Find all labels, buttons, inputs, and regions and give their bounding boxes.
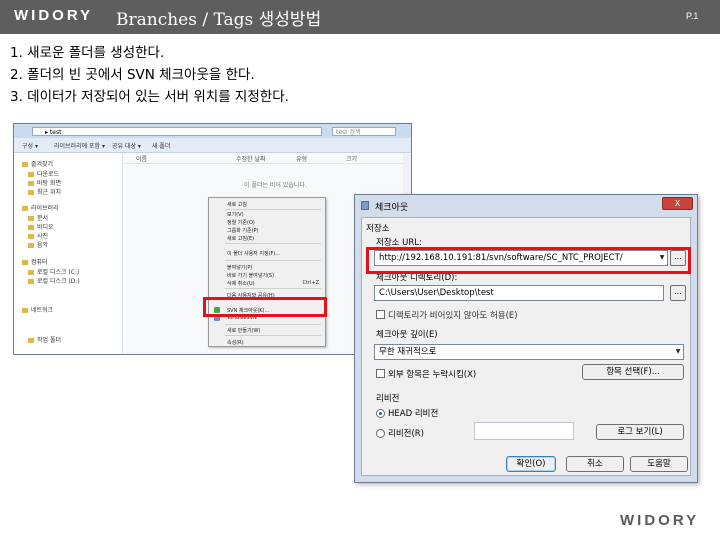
nav-item[interactable]: 로컬 디스크 (C:) [28, 267, 79, 276]
folder-icon [28, 338, 34, 343]
nav-item[interactable]: 즐겨찾기 [22, 159, 53, 168]
context-menu: 새로 고침 보기(V) 정렬 기준(O) 그룹화 기준(P) 새로 고침(E) … [208, 197, 326, 347]
step-2: 2. 폴더의 빈 곳에서 SVN 체크아웃을 한다. [10, 67, 255, 83]
exclude-externals-label: 외부 항목은 누락시킴(X) [388, 370, 477, 380]
directory-input[interactable]: C:\Users\User\Desktop\test [374, 285, 664, 301]
menu-item[interactable]: 삭제 취소(U) [227, 280, 255, 287]
revision-radio[interactable] [376, 429, 385, 438]
explorer-titlebar: ▸ test test 검색 [14, 124, 411, 138]
close-button[interactable]: X [662, 197, 693, 210]
menu-item[interactable]: 새로 고침(E) [227, 235, 254, 242]
nav-item[interactable]: 컴퓨터 [22, 257, 48, 266]
menu-separator [225, 209, 321, 210]
column-size[interactable]: 크기 [346, 154, 357, 163]
ok-button[interactable]: 확인(O) [506, 456, 556, 472]
folder-icon [28, 181, 34, 186]
slide-header: WIDORY Branches / Tags 생성방법 P.1 [0, 0, 720, 34]
column-date[interactable]: 수정한 날짜 [236, 154, 266, 163]
repository-group-label: 저장소 [366, 224, 390, 234]
column-name[interactable]: 이름 [136, 154, 147, 163]
video-icon [28, 225, 34, 230]
menu-item[interactable]: 이 폴더 사용자 지정(F)... [227, 250, 280, 257]
column-type[interactable]: 유형 [296, 154, 307, 163]
document-icon [28, 216, 34, 221]
picture-icon [28, 234, 34, 239]
head-revision-radio[interactable] [376, 409, 385, 418]
explorer-empty-message: 이 폴더는 비어 있습니다. [244, 182, 307, 189]
menu-item[interactable]: 그룹화 기준(P) [227, 227, 259, 234]
step-list: 1. 새로운 폴더를 생성한다. 2. 폴더의 빈 곳에서 SVN 체크아웃을 … [10, 42, 289, 108]
nav-item[interactable]: 문서 [28, 213, 48, 222]
nav-item[interactable]: 비디오 [28, 222, 54, 231]
nav-item[interactable]: 작업 폴더 [28, 335, 61, 344]
chevron-down-icon[interactable]: ▼ [673, 345, 683, 359]
nav-item[interactable]: 음악 [28, 240, 48, 249]
nav-item[interactable]: 로컬 디스크 (D:) [28, 276, 80, 285]
depth-select[interactable]: 무한 재귀적으로 ▼ [374, 344, 684, 360]
dialog-title: 체크아웃 [375, 203, 409, 213]
checkout-dialog: 체크아웃 X 저장소 저장소 URL: http://192.168.10.19… [354, 194, 698, 483]
revision-group-label: 리비전 [376, 394, 400, 404]
network-icon [22, 308, 28, 313]
explorer-toolbar: 구성 ▾ 라이브러리에 포함 ▾ 공유 대상 ▾ 새 폴더 [14, 138, 411, 153]
menu-separator [225, 243, 321, 244]
menu-item[interactable]: 새로 만들기(W) [227, 327, 260, 334]
nav-item[interactable]: 사진 [28, 231, 48, 240]
menu-item[interactable]: 붙여넣기(P) [227, 264, 252, 271]
nav-item[interactable]: 라이브러리 [22, 203, 59, 212]
drive-icon [28, 270, 34, 275]
exclude-externals-checkbox[interactable] [376, 369, 385, 378]
menu-separator [225, 324, 321, 325]
explorer-nav-pane: 즐겨찾기 다운로드 바탕 화면 최근 위치 라이브러리 문서 비디오 사진 음악… [14, 153, 123, 354]
nav-item[interactable]: 바탕 화면 [28, 178, 61, 187]
header-logo: WIDORY [14, 7, 94, 24]
toolbar-share[interactable]: 공유 대상 ▾ [112, 141, 141, 150]
menu-separator [225, 260, 321, 261]
menu-separator [225, 335, 321, 336]
step-3: 3. 데이터가 저장되어 있는 서버 위치를 지정한다. [10, 89, 289, 105]
nav-item[interactable]: 네트워크 [22, 305, 53, 314]
step-1: 1. 새로운 폴더를 생성한다. [10, 45, 165, 61]
url-highlight [366, 247, 691, 274]
music-icon [28, 243, 34, 248]
menu-item[interactable]: 보기(V) [227, 211, 244, 218]
menu-item[interactable]: 새로 고침 [227, 201, 247, 208]
folder-icon [28, 190, 34, 195]
explorer-search-input[interactable]: test 검색 [332, 127, 396, 136]
svn-checkout-highlight [203, 297, 327, 317]
depth-group-label: 체크아웃 깊이(E) [376, 330, 438, 340]
allow-nonempty-checkbox[interactable] [376, 310, 385, 319]
folder-icon [28, 172, 34, 177]
slide-title: Branches / Tags 생성방법 [116, 10, 322, 30]
menu-item[interactable]: 바로 가기 붙여넣기(S) [227, 272, 274, 279]
revision-input[interactable] [474, 422, 574, 440]
toolbar-include-library[interactable]: 라이브러리에 포함 ▾ [54, 141, 105, 150]
checkout-icon [361, 201, 369, 210]
folder-icon [22, 162, 28, 167]
toolbar-new-folder[interactable]: 새 폴더 [152, 141, 170, 150]
menu-shortcut: Ctrl+Z [302, 280, 319, 286]
page-number: P.1 [686, 11, 699, 21]
explorer-address-bar[interactable]: ▸ test [32, 127, 322, 136]
show-log-button[interactable]: 로그 보기(L) [596, 424, 684, 440]
library-icon [22, 206, 28, 211]
explorer-column-header: 이름 수정한 날짜 유형 크기 [124, 154, 411, 164]
menu-item[interactable]: 정렬 기준(O) [227, 219, 255, 226]
revision-label: 리비전(R) [388, 429, 424, 439]
help-button[interactable]: 도움말 [630, 456, 688, 472]
head-revision-label: HEAD 리비전 [388, 409, 439, 419]
allow-nonempty-label: 디렉토리가 비어있지 않아도 허용(E) [388, 311, 518, 321]
footer-logo: WIDORY [620, 512, 700, 529]
drive-icon [28, 279, 34, 284]
cancel-button[interactable]: 취소 [566, 456, 624, 472]
toolbar-organize[interactable]: 구성 ▾ [22, 141, 38, 150]
computer-icon [22, 260, 28, 265]
directory-browse-button[interactable]: ... [670, 285, 686, 301]
select-items-button[interactable]: 항목 선택(F)... [582, 364, 684, 380]
nav-item[interactable]: 최근 위치 [28, 187, 61, 196]
menu-separator [225, 288, 321, 289]
menu-item[interactable]: 속성(R) [227, 339, 244, 346]
nav-item[interactable]: 다운로드 [28, 169, 59, 178]
